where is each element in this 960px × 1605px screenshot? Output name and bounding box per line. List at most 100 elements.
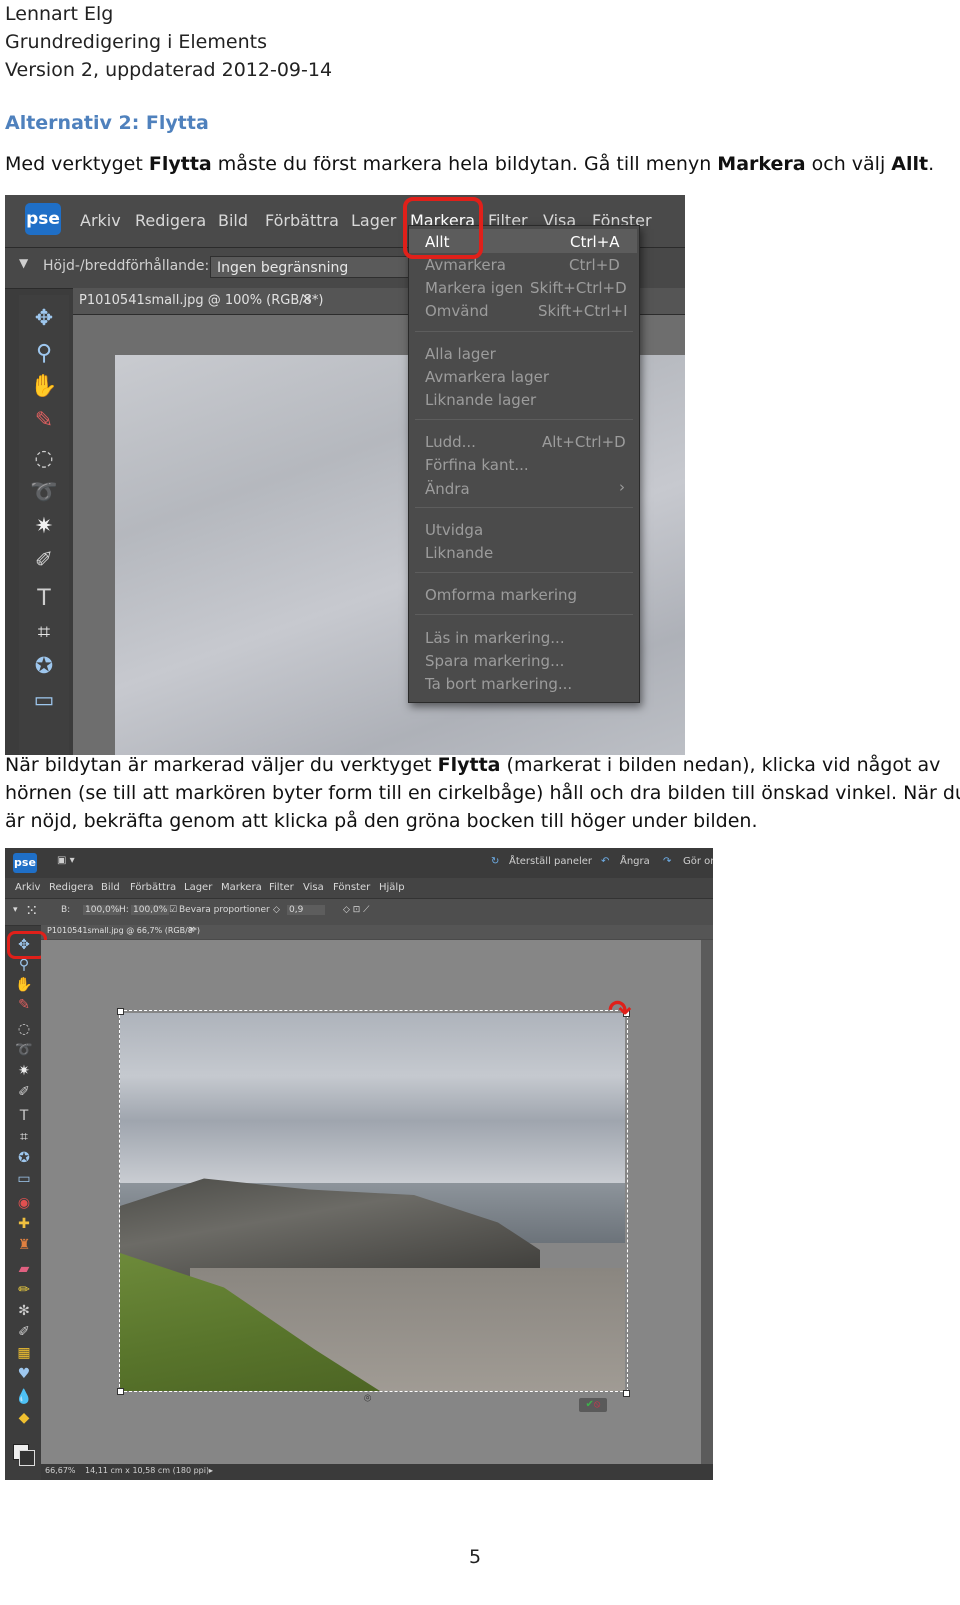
brush-tool-icon[interactable]: ✻: [15, 1302, 33, 1320]
menu-lager[interactable]: Lager: [351, 211, 396, 230]
shape-tool-icon[interactable]: ♥: [15, 1365, 33, 1383]
menu-item-alla-lager[interactable]: Alla lager: [425, 345, 496, 363]
sponge-tool-icon[interactable]: ◆: [15, 1409, 33, 1427]
marquee-tool-icon[interactable]: ◌: [15, 1020, 33, 1038]
paragraph-2-line-2: hörnen (se till att markören byter form …: [5, 782, 960, 804]
corner-handle[interactable]: [623, 1390, 630, 1397]
selection-brush-icon[interactable]: ✐: [29, 547, 59, 575]
cancel-icon[interactable]: ⦸: [594, 1399, 601, 1410]
options-arrow-icon[interactable]: ▾: [13, 905, 18, 915]
eyedropper-tool-icon[interactable]: ✎: [15, 996, 33, 1014]
move-tool-icon[interactable]: ✥: [29, 305, 59, 333]
crop-tool-icon[interactable]: ⌗: [15, 1128, 33, 1146]
menu-item-omforma-markering[interactable]: Omforma markering: [425, 586, 577, 604]
commit-check-icon[interactable]: ✔: [586, 1399, 594, 1410]
angle-field[interactable]: 0,9: [287, 905, 325, 915]
marquee-tool-icon[interactable]: ◌: [29, 445, 59, 473]
pse-logo: pse: [13, 853, 37, 873]
background-color-swatch[interactable]: [19, 1450, 35, 1466]
type-tool-icon[interactable]: T: [15, 1107, 33, 1125]
menu-bild[interactable]: Bild: [101, 882, 120, 893]
lasso-tool-icon[interactable]: ➰: [15, 1041, 33, 1059]
crop-tool-icon[interactable]: ⌗: [29, 619, 59, 647]
reset-panels-icon[interactable]: ↻: [491, 856, 499, 867]
menu-item-forfina-kant[interactable]: Förfina kant...: [425, 456, 529, 474]
redo-icon[interactable]: ↷: [663, 856, 671, 867]
gradient-tool-icon[interactable]: ▦: [15, 1344, 33, 1362]
menu-item-utvidga[interactable]: Utvidga: [425, 521, 483, 539]
menu-hjalp[interactable]: Hjälp: [379, 882, 405, 893]
rotation-handle-icon[interactable]: ⌾: [364, 1391, 371, 1406]
menu-separator: [415, 614, 633, 615]
menu-item-ludd[interactable]: Ludd...: [425, 433, 476, 451]
cookie-cutter-icon[interactable]: ✪: [15, 1149, 33, 1167]
menu-item-las-in-markering[interactable]: Läs in markering...: [425, 629, 565, 647]
straighten-tool-icon[interactable]: ▭: [29, 687, 59, 715]
workspace-icon[interactable]: ▣ ▾: [57, 855, 75, 866]
undo-icon[interactable]: ↶: [601, 856, 609, 867]
status-arrow-icon[interactable]: ▸: [209, 1466, 213, 1475]
eraser-tool-icon[interactable]: ▰: [15, 1260, 33, 1278]
magic-wand-tool-icon[interactable]: ✷: [15, 1062, 33, 1080]
smart-brush-icon[interactable]: ✐: [15, 1323, 33, 1341]
document-tab[interactable]: P1010541small.jpg @ 66,7% (RGB/8*): [47, 926, 200, 935]
reference-point-icon[interactable]: ⁙: [25, 901, 38, 920]
zoom-level[interactable]: 66,67%: [45, 1466, 76, 1475]
redo-button[interactable]: Gör om: [683, 856, 713, 867]
hand-tool-icon[interactable]: ✋: [15, 976, 33, 994]
menu-filter[interactable]: Filter: [269, 882, 294, 893]
menu-item-andra[interactable]: Ändra: [425, 480, 470, 498]
hand-tool-icon[interactable]: ✋: [29, 373, 59, 401]
menu-forbattra[interactable]: Förbättra: [265, 211, 339, 230]
menu-item-omvand[interactable]: Omvänd: [425, 302, 489, 320]
menu-item-liknande-lager[interactable]: Liknande lager: [425, 391, 536, 409]
menu-redigera[interactable]: Redigera: [135, 211, 206, 230]
menu-arkiv[interactable]: Arkiv: [80, 211, 121, 230]
menu-arkiv[interactable]: Arkiv: [15, 882, 40, 893]
close-icon[interactable]: ×: [188, 925, 196, 935]
aspect-ratio-select[interactable]: Ingen begränsning: [210, 256, 415, 278]
healing-brush-icon[interactable]: ✚: [15, 1215, 33, 1233]
corner-handle[interactable]: [117, 1008, 124, 1015]
checkbox-icon[interactable]: ☑: [169, 905, 177, 915]
red-eye-tool-icon[interactable]: ◉: [15, 1194, 33, 1212]
magic-wand-tool-icon[interactable]: ✷: [29, 513, 59, 541]
lasso-tool-icon[interactable]: ➰: [29, 479, 59, 507]
pencil-tool-icon[interactable]: ✏: [15, 1281, 33, 1299]
menu-bild[interactable]: Bild: [218, 211, 248, 230]
reset-panels-button[interactable]: Återställ paneler: [509, 856, 592, 867]
close-icon[interactable]: ×: [301, 291, 313, 307]
zoom-tool-icon[interactable]: ⚲: [29, 340, 59, 368]
menu-visa[interactable]: Visa: [303, 882, 324, 893]
para1-bold-markera: Markera: [717, 153, 806, 175]
selection-marquee[interactable]: [119, 1010, 628, 1392]
menu-lager[interactable]: Lager: [184, 882, 212, 893]
selection-brush-icon[interactable]: ✐: [15, 1083, 33, 1101]
clone-stamp-icon[interactable]: ♜: [15, 1236, 33, 1254]
document-tab[interactable]: P1010541small.jpg @ 100% (RGB/8*): [79, 293, 324, 308]
menu-item-spara-markering[interactable]: Spara markering...: [425, 652, 564, 670]
height-field[interactable]: 100,0%: [131, 905, 170, 915]
menu-item-markera-igen[interactable]: Markera igen: [425, 279, 523, 297]
menu-fonster[interactable]: Fönster: [333, 882, 370, 893]
vertical-scrollbar[interactable]: [701, 940, 713, 1464]
options-arrow-icon[interactable]: ▼: [19, 256, 28, 270]
cookie-cutter-icon[interactable]: ✪: [29, 653, 59, 681]
undo-button[interactable]: Ångra: [620, 856, 650, 867]
menu-item-avmarkera-lager[interactable]: Avmarkera lager: [425, 368, 549, 386]
rotate-icons[interactable]: ◇ ⊡ ⟋: [343, 905, 369, 915]
menu-item-ta-bort-markering[interactable]: Ta bort markering...: [425, 675, 572, 693]
menu-markera[interactable]: Markera: [221, 882, 262, 893]
menu-item-liknande[interactable]: Liknande: [425, 544, 493, 562]
type-tool-icon[interactable]: T: [29, 585, 59, 613]
screenshot-markera-menu: pse Arkiv Redigera Bild Förbättra Lager …: [5, 195, 685, 755]
blur-tool-icon[interactable]: 💧: [15, 1388, 33, 1406]
corner-handle[interactable]: [117, 1388, 124, 1395]
width-field[interactable]: 100,0%: [83, 905, 122, 915]
menu-separator: [415, 331, 633, 332]
straighten-tool-icon[interactable]: ▭: [15, 1170, 33, 1188]
subject-line: Grundredigering i Elements: [5, 31, 267, 53]
menu-redigera[interactable]: Redigera: [49, 882, 94, 893]
menu-forbattra[interactable]: Förbättra: [130, 882, 176, 893]
eyedropper-tool-icon[interactable]: ✎: [29, 407, 59, 435]
